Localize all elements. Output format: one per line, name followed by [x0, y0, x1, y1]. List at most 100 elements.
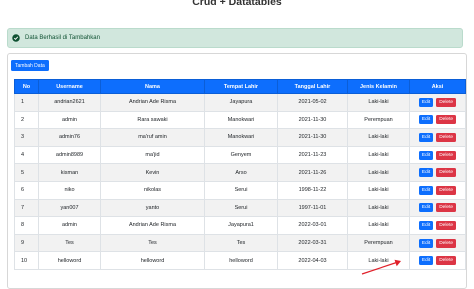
edit-button[interactable]: Edit — [418, 238, 434, 248]
cell-username: admin — [38, 110, 101, 130]
table-row: 2 admin Rara sawaki Manokwari 2021-11-30 Pere… — [14, 110, 466, 130]
cell-username: kisman — [38, 163, 101, 182]
cell-jenis-kelamin: Laki-laki — [347, 93, 410, 112]
cell-jenis-kelamin: Perempuan — [347, 110, 410, 130]
cell-actions: Edit Delete — [409, 145, 466, 165]
cell-tempat-lahir: Serui — [204, 198, 278, 218]
cell-no: 2 — [14, 110, 39, 130]
cell-jenis-kelamin: Laki-laki — [347, 145, 410, 165]
table-row: 7 yan007 yanto Serui 1997-11-01 Laki-laki Edit… — [14, 198, 466, 218]
delete-button[interactable]: Delete — [436, 115, 457, 125]
cell-nama: Tes — [100, 233, 205, 253]
cell-no: 9 — [14, 233, 39, 253]
column-header: Aksi — [409, 79, 466, 94]
cell-no: 6 — [14, 180, 39, 200]
cell-tempat-lahir: helloword — [204, 251, 278, 270]
table-header-row: No Username Nama Tempat Lahir Tanggal La… — [14, 79, 466, 94]
edit-button[interactable]: Edit — [418, 185, 434, 195]
delete-button[interactable]: Delete — [436, 150, 457, 160]
delete-button[interactable]: Delete — [436, 238, 457, 248]
cell-actions: Edit Delete — [409, 198, 466, 218]
cell-jenis-kelamin: Laki-laki — [347, 180, 410, 200]
data-table: No Username Nama Tempat Lahir Tanggal La… — [14, 79, 466, 270]
column-header[interactable]: Jenis Kelamin — [347, 79, 410, 94]
cell-actions: Edit Delete — [409, 110, 466, 130]
cell-no: 5 — [14, 163, 39, 182]
edit-button[interactable]: Edit — [418, 97, 434, 107]
cell-username: admin76 — [38, 128, 101, 147]
cell-tempat-lahir: Manokwari — [204, 128, 278, 147]
page-title: Crud + Datatables — [192, 0, 282, 8]
table-row: 3 admin76 ma'ruf amin Manokwari 2021-11-30 La… — [14, 128, 466, 147]
success-alert: Data Berhasil di Tambahkan — [7, 28, 463, 48]
cell-jenis-kelamin: Laki-laki — [347, 216, 410, 235]
edit-button[interactable]: Edit — [418, 220, 434, 230]
cell-actions: Edit Delete — [409, 93, 466, 112]
cell-username: admin8989 — [38, 145, 101, 165]
cell-username: admin — [38, 216, 101, 235]
cell-nama: helloword — [100, 251, 205, 270]
cell-no: 1 — [14, 93, 39, 112]
delete-button[interactable]: Delete — [436, 220, 457, 230]
delete-button[interactable]: Delete — [436, 203, 457, 213]
delete-button[interactable]: Delete — [436, 256, 457, 266]
cell-tanggal-lahir: 2022-04-03 — [277, 251, 348, 270]
column-header[interactable]: Nama — [100, 79, 205, 94]
cell-tanggal-lahir: 2021-11-23 — [277, 145, 348, 165]
edit-button[interactable]: Edit — [418, 168, 434, 178]
add-data-button[interactable]: Tambah Data — [11, 60, 49, 71]
cell-actions: Edit Delete — [409, 163, 466, 182]
table-row: 6 niko nikolas Serui 1998-11-22 Laki-laki Edit… — [14, 180, 466, 200]
cell-actions: Edit Delete — [409, 216, 466, 235]
cell-tanggal-lahir: 2021-05-02 — [277, 93, 348, 112]
cell-actions: Edit Delete — [409, 233, 466, 253]
cell-tanggal-lahir: 2021-11-30 — [277, 128, 348, 147]
cell-tanggal-lahir: 2022-03-01 — [277, 216, 348, 235]
edit-button[interactable]: Edit — [418, 150, 434, 160]
cell-nama: ma'jid — [100, 145, 205, 165]
table-row: 5 kisman Kevin Arso 2021-11-26 Laki-laki Edit D… — [14, 163, 466, 182]
table-row: 4 admin8989 ma'jid Genyem 2021-11-23 Laki-lak… — [14, 145, 466, 165]
cell-actions: Edit Delete — [409, 128, 466, 147]
cell-username: helloword — [38, 251, 101, 270]
cell-tanggal-lahir: 1998-11-22 — [277, 180, 348, 200]
cell-tempat-lahir: Tes — [204, 233, 278, 253]
cell-nama: ma'ruf amin — [100, 128, 205, 147]
cell-nama: Andrian Ade Risma — [100, 93, 205, 112]
cell-tanggal-lahir: 2022-03-31 — [277, 233, 348, 253]
cell-actions: Edit Delete — [409, 180, 466, 200]
delete-button[interactable]: Delete — [436, 168, 457, 178]
cell-nama: Andrian Ade Risma — [100, 216, 205, 235]
edit-button[interactable]: Edit — [418, 203, 434, 213]
cell-no: 4 — [14, 145, 39, 165]
alert-message: Data Berhasil di Tambahkan — [25, 35, 100, 41]
edit-button[interactable]: Edit — [418, 132, 434, 142]
cell-actions: Edit Delete — [409, 251, 466, 270]
edit-button[interactable]: Edit — [418, 115, 434, 125]
cell-jenis-kelamin: Perempuan — [347, 233, 410, 253]
column-header[interactable]: Username — [38, 79, 101, 94]
delete-button[interactable]: Delete — [436, 185, 457, 195]
cell-tempat-lahir: Jayapura1 — [204, 216, 278, 235]
cell-jenis-kelamin: Laki-laki — [347, 198, 410, 218]
column-header[interactable]: Tanggal Lahir — [277, 79, 348, 94]
delete-button[interactable]: Delete — [436, 132, 457, 142]
cell-tempat-lahir: Manokwari — [204, 110, 278, 130]
column-header[interactable]: No — [14, 79, 39, 94]
cell-nama: Kevin — [100, 163, 205, 182]
cell-username: yan007 — [38, 198, 101, 218]
cell-no: 7 — [14, 198, 39, 218]
delete-button[interactable]: Delete — [436, 97, 457, 107]
cell-nama: Rara sawaki — [100, 110, 205, 130]
cell-no: 8 — [14, 216, 39, 235]
cell-jenis-kelamin: Laki-laki — [347, 163, 410, 182]
cell-no: 10 — [14, 251, 39, 270]
cell-username: andrian2621 — [38, 93, 101, 112]
edit-button[interactable]: Edit — [418, 256, 434, 266]
table-row: 8 admin Andrian Ade Risma Jayapura1 2022-03-… — [14, 216, 466, 235]
cell-nama: yanto — [100, 198, 205, 218]
column-header[interactable]: Tempat Lahir — [204, 79, 278, 94]
cell-tempat-lahir: Arso — [204, 163, 278, 182]
cell-tanggal-lahir: 2021-11-30 — [277, 110, 348, 130]
arrow-icon — [361, 259, 401, 275]
